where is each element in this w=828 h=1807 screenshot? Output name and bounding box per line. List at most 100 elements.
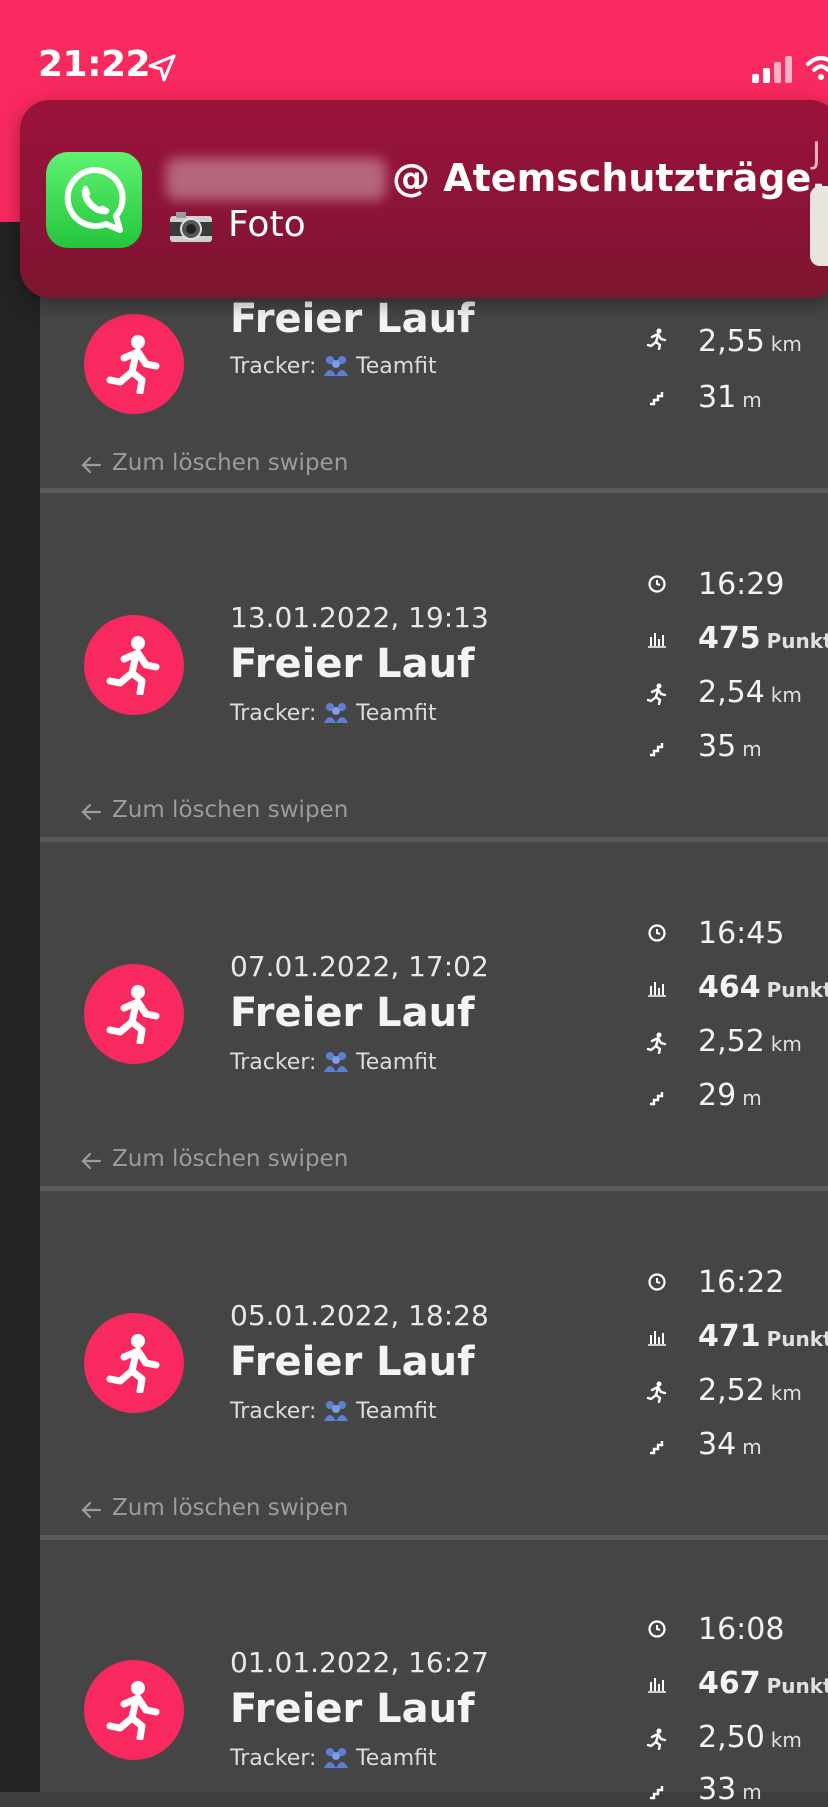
- swipe-to-delete-hint[interactable]: Zum löschen swipen: [112, 797, 348, 823]
- activity-date: 07.01.2022, 17:02: [230, 950, 489, 983]
- swipe-to-delete-hint[interactable]: Zum löschen swipen: [112, 450, 348, 476]
- stairs-icon: [650, 1092, 664, 1106]
- activity-card[interactable]: 07.01.2022, 17:02 Freier Lauf Tracker: T…: [40, 842, 828, 1186]
- points-unit: Punkte: [766, 1674, 828, 1698]
- chart-bars-icon: [648, 1331, 666, 1346]
- activity-distance: 2,54 km: [698, 675, 802, 710]
- clock-icon: [648, 1273, 666, 1291]
- activity-points: 467Punkte: [698, 1666, 828, 1701]
- distance-unit: km: [770, 683, 802, 707]
- arrow-left-icon: [81, 456, 102, 474]
- elevation-unit: m: [742, 1086, 762, 1110]
- sender-name-redacted: [166, 158, 386, 200]
- activity-points: 464Punkte: [698, 970, 828, 1005]
- elevation-unit: m: [742, 1435, 762, 1459]
- elevation-value: 29: [698, 1078, 737, 1113]
- notification-title: @ Atemschutzträge...: [392, 156, 828, 200]
- clock-icon: [648, 924, 666, 942]
- activity-distance: 2,52 km: [698, 1024, 802, 1059]
- points-value: 471: [698, 1319, 761, 1354]
- chart-bars-icon: [648, 633, 666, 648]
- activity-card[interactable]: 01.01.2022, 16:27 Freier Lauf Tracker: T…: [40, 1540, 828, 1807]
- activity-elevation: 35 m: [698, 729, 762, 764]
- activity-type-badge: [84, 964, 184, 1064]
- activity-distance: 2,55 km: [698, 324, 802, 359]
- elevation-unit: m: [742, 388, 762, 412]
- team-icon: [324, 1052, 348, 1072]
- elevation-value: 34: [698, 1427, 737, 1462]
- team-icon: [324, 1748, 348, 1768]
- activity-date: 05.01.2022, 18:28: [230, 1299, 489, 1332]
- activity-elevation: 31 m: [698, 380, 762, 415]
- photo-thumbnail: [810, 186, 828, 266]
- stairs-icon: [650, 1441, 664, 1455]
- points-unit: Punkte: [766, 978, 828, 1002]
- arrow-left-icon: [81, 803, 102, 821]
- elevation-value: 33: [698, 1772, 737, 1807]
- points-value: 475: [698, 621, 761, 656]
- signal-icon: [752, 56, 792, 83]
- activity-elevation: 33 m: [698, 1772, 762, 1807]
- elevation-unit: m: [742, 1780, 762, 1804]
- notification-banner[interactable]: @ Atemschutzträge... Foto J: [20, 100, 828, 298]
- distance-unit: km: [770, 332, 802, 356]
- activity-title: Freier Lauf: [230, 296, 475, 342]
- distance-value: 2,50: [698, 1720, 765, 1755]
- activity-type-badge: [84, 1313, 184, 1413]
- activity-duration: 16:08: [698, 1612, 785, 1647]
- running-person-icon: [106, 636, 160, 695]
- distance-value: 2,52: [698, 1373, 765, 1408]
- swipe-to-delete-hint[interactable]: Zum löschen swipen: [112, 1495, 348, 1521]
- activity-date: 01.01.2022, 16:27: [230, 1646, 489, 1679]
- activity-type-badge: [84, 1660, 184, 1760]
- runner-icon: [646, 1728, 667, 1750]
- running-person-icon: [106, 335, 160, 394]
- activity-type-badge: [84, 615, 184, 715]
- location-arrow-icon: [148, 54, 176, 82]
- elevation-unit: m: [742, 737, 762, 761]
- running-person-icon: [106, 1681, 160, 1740]
- points-unit: Punkte: [766, 1327, 828, 1351]
- activity-elevation: 34 m: [698, 1427, 762, 1462]
- whatsapp-app-icon: [46, 152, 142, 248]
- distance-value: 2,52: [698, 1024, 765, 1059]
- arrow-left-icon: [81, 1152, 102, 1170]
- activity-duration: 16:22: [698, 1265, 785, 1300]
- activity-card[interactable]: 05.01.2022, 18:28 Freier Lauf Tracker: T…: [40, 1191, 828, 1535]
- activity-points: 471Punkte: [698, 1319, 828, 1354]
- activity-card[interactable]: 13.01.2022, 19:13 Freier Lauf Tracker: T…: [40, 493, 828, 837]
- activity-date: 13.01.2022, 19:13: [230, 601, 489, 634]
- tracker-name: Teamfit: [356, 1746, 437, 1771]
- stairs-icon: [650, 1786, 664, 1800]
- tracker-label: Tracker:: [230, 1746, 317, 1771]
- distance-value: 2,54: [698, 675, 765, 710]
- tracker-label: Tracker:: [230, 701, 317, 726]
- wifi-icon: [806, 56, 828, 80]
- activity-title: Freier Lauf: [230, 990, 475, 1036]
- distance-unit: km: [770, 1032, 802, 1056]
- activity-duration: 16:45: [698, 916, 785, 951]
- activity-title: Freier Lauf: [230, 1339, 475, 1385]
- stairs-icon: [650, 392, 664, 406]
- activity-elevation: 29 m: [698, 1078, 762, 1113]
- activity-duration: 16:29: [698, 567, 785, 602]
- activity-distance: 2,52 km: [698, 1373, 802, 1408]
- elevation-value: 35: [698, 729, 737, 764]
- activity-title: Freier Lauf: [230, 641, 475, 687]
- swipe-to-delete-hint[interactable]: Zum löschen swipen: [112, 1146, 348, 1172]
- status-time: 21:22: [38, 44, 151, 85]
- running-person-icon: [106, 1334, 160, 1393]
- points-unit: Punkte: [766, 629, 828, 653]
- clock-icon: [648, 575, 666, 593]
- activity-distance: 2,50 km: [698, 1720, 802, 1755]
- running-person-icon: [106, 985, 160, 1044]
- tracker-name: Teamfit: [356, 701, 437, 726]
- distance-unit: km: [770, 1728, 802, 1752]
- tracker-name: Teamfit: [356, 1399, 437, 1424]
- notification-side-text: J: [812, 136, 821, 171]
- runner-icon: [646, 683, 667, 705]
- notification-body: Foto: [228, 204, 306, 245]
- camera-icon: [170, 212, 212, 242]
- chart-bars-icon: [648, 1678, 666, 1693]
- runner-icon: [646, 1032, 667, 1054]
